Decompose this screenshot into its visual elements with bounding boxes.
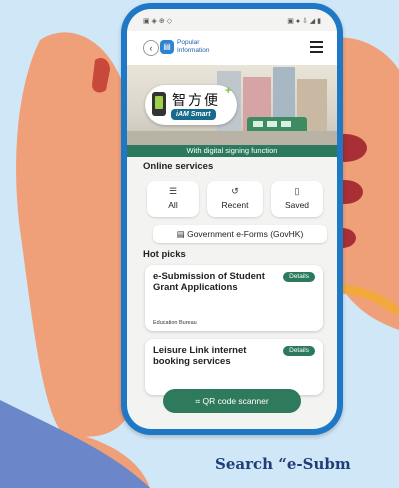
breadcrumb-line-1: Popular (177, 39, 200, 46)
status-bar: ▣ ◈ ⊕ ◇ ▣ ● ⇩ ◢ ▮ (143, 15, 321, 27)
history-icon: ↺ (231, 186, 239, 196)
government-eforms-label: Government e-Forms (GovHK) (187, 229, 304, 239)
top-bar: ‹ ▤ Popular Information (127, 31, 337, 65)
breadcrumb[interactable]: Popular Information (177, 39, 210, 55)
online-services-title: Online services (143, 161, 214, 172)
card-title: e-Submission of Student Grant Applicatio… (153, 271, 265, 293)
government-eforms-button[interactable]: ▤ Government e-Forms (GovHK) (153, 225, 327, 243)
breadcrumb-line-2: Information (177, 47, 210, 54)
back-arrow-icon[interactable]: ‹ (143, 40, 159, 56)
caption-text: Search “e-Subm (215, 455, 351, 473)
qr-code-scanner-label: QR code scanner (202, 396, 269, 406)
promo-banner[interactable]: 智方便 iAM Smart + (127, 65, 337, 145)
phone-frame: ▣ ◈ ⊕ ◇ ▣ ● ⇩ ◢ ▮ ‹ ▤ Popular Informatio… (121, 3, 343, 435)
tile-all[interactable]: ☰ All (147, 181, 199, 217)
details-button[interactable]: Details (283, 346, 315, 356)
list-icon: ☰ (168, 186, 178, 196)
logo-plus: + (225, 85, 232, 97)
card-department: Education Bureau (153, 320, 197, 326)
card-title: Leisure Link internet booking services (153, 345, 247, 367)
tile-all-label: All (168, 200, 178, 210)
phone-logo-icon (152, 92, 166, 116)
tile-recent[interactable]: ↺ Recent (207, 181, 263, 217)
iam-smart-logo: 智方便 iAM Smart + (145, 85, 237, 125)
status-left-icons: ▣ ◈ ⊕ ◇ (143, 18, 173, 25)
details-button[interactable]: Details (283, 272, 315, 282)
form-icon: ▤ (176, 229, 188, 239)
qr-scan-icon: ⌗ (195, 396, 203, 406)
hamburger-menu-icon[interactable] (310, 41, 323, 53)
tile-saved[interactable]: ▯ Saved (271, 181, 323, 217)
tile-recent-label: Recent (221, 200, 249, 210)
app-screen: ▣ ◈ ⊕ ◇ ▣ ● ⇩ ◢ ▮ ‹ ▤ Popular Informatio… (127, 9, 337, 429)
hot-pick-card-student-grant[interactable]: e-Submission of Student Grant Applicatio… (145, 265, 323, 331)
logo-chinese-text: 智方便 (172, 93, 220, 109)
hot-pick-card-leisure-link[interactable]: Leisure Link internet booking services D… (145, 339, 323, 395)
bookmark-icon: ▯ (294, 186, 300, 196)
status-right-icons: ▣ ● ⇩ ◢ ▮ (287, 18, 321, 25)
tile-saved-label: Saved (284, 200, 310, 210)
qr-code-scanner-button[interactable]: ⌗ QR code scanner (163, 389, 301, 413)
popular-information-icon: ▤ (160, 40, 174, 54)
banner-caption: With digital signing function (127, 145, 337, 157)
logo-english-text: iAM Smart (171, 109, 216, 120)
hot-picks-title: Hot picks (143, 249, 186, 260)
